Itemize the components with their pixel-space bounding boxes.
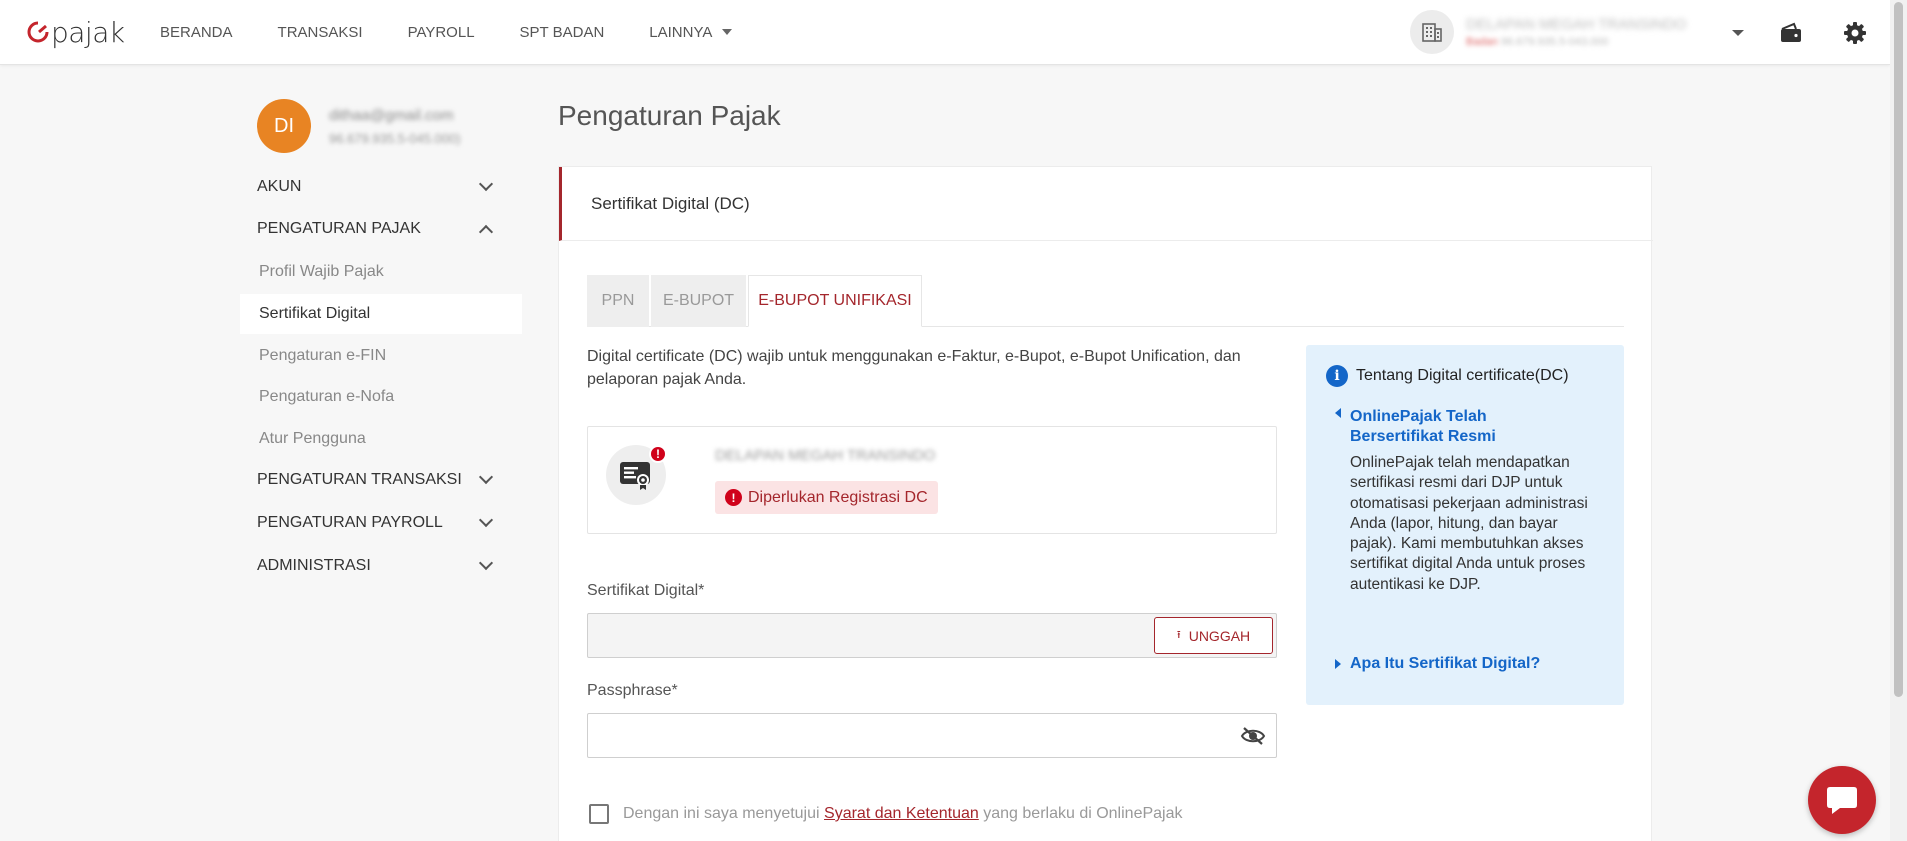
dc-company-name: DELAPAN MEGAH TRANSINDO (715, 447, 936, 464)
caret-right-icon (1335, 659, 1341, 669)
caret-left-icon (1335, 408, 1341, 418)
page-title: Pengaturan Pajak (558, 100, 781, 131)
chevron-down-icon (478, 512, 494, 528)
profile-npwp: 96.679.935.5-045.000) (329, 131, 461, 146)
profile-email: dithaa@gmail.com (329, 107, 454, 124)
tab-e-bupot-unifikasi[interactable]: E-BUPOT UNIFIKASI (748, 275, 922, 327)
dc-description: Digital certificate (DC) wajib untuk men… (587, 348, 1241, 388)
info-title: Tentang Digital certificate(DC) (1356, 367, 1569, 384)
eye-off-icon[interactable] (1240, 725, 1266, 747)
nav-beranda[interactable]: BERANDA (160, 24, 233, 41)
chat-support-button[interactable] (1808, 766, 1876, 834)
nav-transaksi[interactable]: TRANSAKSI (278, 24, 363, 41)
sidebar-item-pengaturan-enofa[interactable]: Pengaturan e-Nofa (240, 377, 522, 417)
sidebar-section-administrasi[interactable]: ADMINISTRASI (257, 551, 497, 581)
wallet-icon[interactable] (1778, 20, 1804, 46)
sidebar-item-profil-wajib-pajak[interactable]: Profil Wajib Pajak (240, 252, 522, 292)
terms-agreement: Dengan ini saya menyetujui Syarat dan Ke… (589, 804, 1182, 824)
upload-button[interactable]: ⭱ UNGGAH (1154, 617, 1273, 654)
company-caret-down-icon (1732, 30, 1744, 36)
digital-certificate-card: Sertifikat Digital (DC) PPN E-BUPOT E-BU… (558, 166, 1653, 841)
sidebar-section-pengaturan-pajak[interactable]: PENGATURAN PAJAK (257, 214, 497, 244)
scrollbar-thumb[interactable] (1894, 2, 1903, 697)
top-navbar: pajak BERANDA TRANSAKSI PAYROLL SPT BADA… (0, 0, 1890, 65)
terms-checkbox[interactable] (589, 804, 609, 824)
sidebar-section-akun[interactable]: AKUN (257, 172, 497, 202)
avatar: DI (257, 99, 311, 153)
building-icon (1410, 10, 1454, 54)
upload-arrow-icon: ⭱ (1176, 629, 1181, 641)
company-npwp: Badan 96.679.935.5-043.000 (1466, 36, 1609, 48)
onlinepajak-logo[interactable]: pajak (26, 14, 125, 50)
sidebar-section-pengaturan-transaksi[interactable]: PENGATURAN TRANSAKSI (257, 465, 497, 495)
certificate-field-label: Sertifikat Digital* (587, 582, 705, 599)
dc-info-panel: i Tentang Digital certificate(DC) Online… (1306, 345, 1624, 705)
nav-lainnya[interactable]: LAINNYA (649, 24, 733, 41)
tab-bar: PPN E-BUPOT E-BUPOT UNIFIKASI (587, 275, 1624, 327)
nav-spt-badan[interactable]: SPT BADAN (520, 24, 605, 41)
certificate-file-field[interactable]: ⭱ UNGGAH (587, 613, 1277, 658)
chevron-down-icon (478, 469, 494, 485)
accordion-certified-body: OnlinePajak telah mendapatkan sertifikas… (1350, 454, 1588, 593)
accordion-certified-title[interactable]: OnlinePajak Telah Bersertifikat Resmi (1350, 407, 1540, 447)
user-profile: DI dithaa@gmail.com 96.679.935.5-045.000… (257, 99, 522, 155)
caret-down-icon (722, 29, 733, 35)
sidebar-section-pengaturan-payroll[interactable]: PENGATURAN PAYROLL (257, 508, 497, 538)
chevron-down-icon (478, 555, 494, 571)
passphrase-field-label: Passphrase* (587, 682, 678, 699)
logo-text: pajak (51, 15, 125, 49)
passphrase-field[interactable] (587, 713, 1277, 758)
sidebar-item-atur-pengguna[interactable]: Atur Pengguna (240, 419, 522, 459)
card-header: Sertifikat Digital (DC) (559, 167, 1653, 241)
main-nav: BERANDA TRANSAKSI PAYROLL SPT BADAN LAIN… (160, 0, 777, 64)
card-title: Sertifikat Digital (DC) (591, 194, 750, 213)
info-icon: i (1326, 365, 1348, 387)
exclamation-icon: ! (725, 489, 742, 506)
chevron-up-icon (478, 224, 494, 240)
logo-mark-icon (27, 21, 49, 43)
dc-status-box: ! DELAPAN MEGAH TRANSINDO ! Diperlukan R… (587, 426, 1277, 534)
chat-bubble-icon (1827, 787, 1857, 814)
page-scrollbar[interactable] (1890, 0, 1907, 841)
status-badge: ! Diperlukan Registrasi DC (715, 481, 938, 514)
company-switcher[interactable]: DELAPAN MEGAH TRANSINDO Badan 96.679.935… (1410, 10, 1760, 54)
nav-payroll[interactable]: PAYROLL (408, 24, 475, 41)
chevron-down-icon (478, 176, 494, 192)
accordion-what-is-dc-title[interactable]: Apa Itu Sertifikat Digital? (1350, 654, 1540, 674)
alert-badge-icon: ! (649, 445, 667, 463)
sidebar-item-sertifikat-digital[interactable]: Sertifikat Digital (240, 294, 522, 334)
sidebar-item-pengaturan-efin[interactable]: Pengaturan e-FIN (240, 336, 522, 376)
terms-link[interactable]: Syarat dan Ketentuan (824, 805, 979, 823)
tab-ppn[interactable]: PPN (587, 275, 649, 327)
company-name: DELAPAN MEGAH TRANSINDO (1466, 16, 1687, 33)
tab-e-bupot[interactable]: E-BUPOT (651, 275, 746, 327)
gear-icon[interactable] (1842, 20, 1868, 46)
